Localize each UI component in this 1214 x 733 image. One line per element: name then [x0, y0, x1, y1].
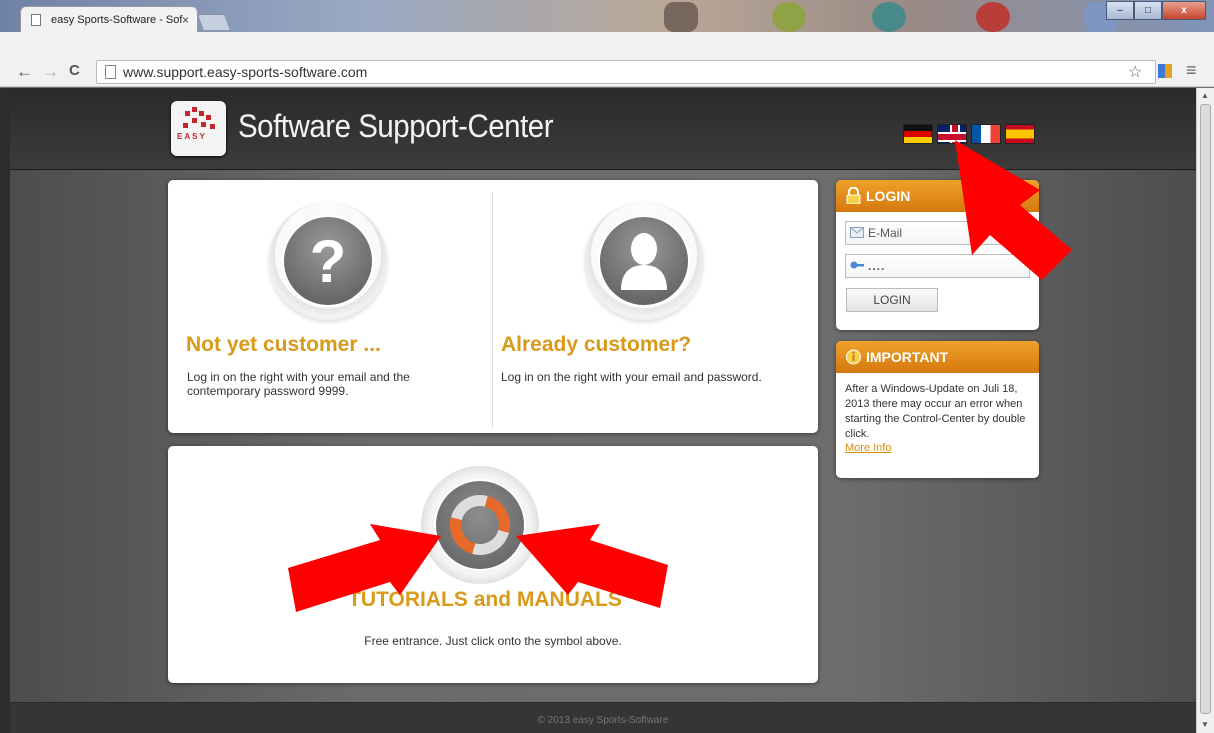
forward-icon[interactable]: → [42, 62, 59, 82]
tutorials-card: TUTORIALS and MANUALS Free entrance. Jus… [168, 446, 818, 683]
important-box: IMPORTANT After a Windows-Update on Juli… [836, 341, 1039, 478]
email-placeholder: E-Mail [868, 226, 903, 240]
important-title: IMPORTANT [866, 349, 949, 365]
browser-tab[interactable]: easy Sports-Software - Sof × [20, 6, 198, 33]
login-box: LOGIN E-Mail .... LOGIN [836, 180, 1039, 330]
desktop-icon [772, 2, 806, 32]
window-controls: – □ x [1106, 1, 1206, 20]
maximize-button[interactable]: □ [1134, 1, 1162, 20]
password-value: .... [868, 259, 886, 273]
menu-icon[interactable]: ≡ [1186, 60, 1197, 81]
important-header: IMPORTANT [836, 341, 1039, 373]
desktop-icon [872, 2, 906, 32]
login-title: LOGIN [866, 188, 911, 204]
key-icon [850, 261, 864, 269]
not-customer-text: Log in on the right with your email and … [187, 370, 410, 398]
page-icon [105, 65, 116, 79]
language-selector [903, 124, 1035, 144]
minimize-button[interactable]: – [1106, 1, 1134, 20]
close-window-button[interactable]: x [1162, 1, 1206, 20]
footer-text: © 2013 easy Sports-Software [537, 715, 669, 726]
more-info-link[interactable]: More Info [836, 442, 1039, 454]
extension-icon[interactable] [1158, 64, 1172, 78]
email-field[interactable]: E-Mail [845, 221, 1030, 245]
reload-icon[interactable]: C [69, 62, 80, 79]
scroll-down-icon[interactable]: ▼ [1201, 720, 1209, 729]
already-customer-title: Already customer? [501, 333, 692, 356]
page-icon [31, 14, 41, 26]
bookmark-star-icon[interactable]: ☆ [1128, 62, 1142, 82]
lifebuoy-icon[interactable] [421, 466, 539, 584]
important-text: After a Windows-Update on Juli 18, 2013 … [845, 383, 1026, 440]
scrollbar-thumb[interactable] [1200, 104, 1211, 714]
desktop-icon [664, 2, 698, 32]
user-icon[interactable] [585, 202, 703, 320]
flag-german-icon[interactable] [903, 124, 933, 144]
flag-english-icon[interactable] [937, 124, 967, 144]
flag-spanish-icon[interactable] [1005, 124, 1035, 144]
mail-icon [850, 227, 864, 238]
password-field[interactable]: .... [845, 254, 1030, 278]
url-text: www.support.easy-sports-software.com [123, 64, 368, 80]
desktop-icon [976, 2, 1010, 32]
already-customer-text: Log in on the right with your email and … [501, 370, 762, 384]
flag-french-icon[interactable] [971, 124, 1001, 144]
vertical-scrollbar[interactable]: ▲ ▼ [1196, 88, 1214, 733]
customer-card: ? Not yet customer ... Log in on the rig… [168, 180, 818, 433]
tab-close-icon[interactable]: × [182, 13, 189, 27]
user-silhouette-icon [621, 233, 667, 290]
info-icon [846, 349, 861, 365]
site-footer: © 2013 easy Sports-Software [10, 702, 1196, 733]
divider [492, 192, 493, 428]
page-title: Software Support-Center [238, 108, 554, 144]
back-icon[interactable]: ← [16, 62, 33, 82]
site-logo[interactable]: EASY [171, 101, 226, 156]
tab-title: easy Sports-Software - Sof [51, 14, 183, 26]
not-customer-title: Not yet customer ... [186, 333, 381, 356]
lock-icon [846, 187, 861, 204]
scroll-up-icon[interactable]: ▲ [1201, 91, 1209, 100]
site-header: EASY Software Support-Center [10, 88, 1196, 170]
logo-text: EASY [177, 132, 207, 141]
login-button[interactable]: LOGIN [846, 288, 938, 312]
web-page: EASY Software Support-Center ? Not yet c… [10, 88, 1196, 733]
window-border [0, 88, 10, 733]
question-icon[interactable]: ? [269, 202, 387, 320]
tutorials-title[interactable]: TUTORIALS and MANUALS [325, 588, 645, 612]
login-header: LOGIN [836, 180, 1039, 212]
new-tab-button[interactable] [196, 14, 232, 31]
address-bar[interactable]: www.support.easy-sports-software.com [96, 60, 1156, 84]
tutorials-text: Free entrance. Just click onto the symbo… [364, 634, 622, 648]
